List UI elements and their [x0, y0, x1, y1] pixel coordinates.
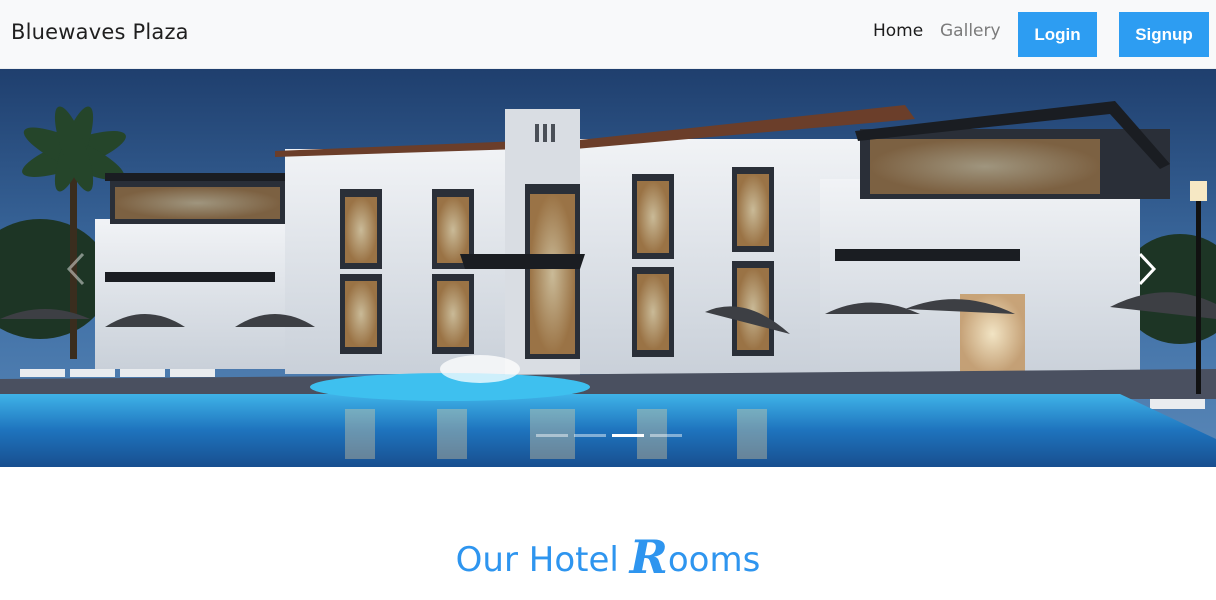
section-title-prefix: Our Hotel	[455, 540, 630, 580]
carousel-indicator[interactable]	[536, 434, 568, 437]
chevron-left-icon	[66, 252, 85, 286]
navbar: Bluewaves Plaza Home Gallery Login Signu…	[0, 0, 1216, 69]
brand-logo[interactable]: Bluewaves Plaza	[11, 20, 189, 44]
carousel-next-button[interactable]	[1127, 249, 1167, 289]
carousel-prev-button[interactable]	[56, 249, 96, 289]
nav-link-home[interactable]: Home	[873, 21, 923, 41]
signup-button[interactable]: Signup	[1119, 12, 1209, 57]
section-title-our-hotel-rooms: Our Hotel Rooms	[0, 528, 1216, 584]
carousel-indicator[interactable]	[650, 434, 682, 437]
carousel-indicators	[536, 434, 682, 437]
carousel-indicator-active[interactable]	[612, 434, 644, 437]
login-button[interactable]: Login	[1018, 12, 1097, 57]
hero-carousel	[0, 69, 1216, 467]
nav-link-gallery[interactable]: Gallery	[940, 21, 1001, 41]
carousel-indicator[interactable]	[574, 434, 606, 437]
section-title-fancy-letter: R	[629, 530, 668, 584]
hero-image	[0, 69, 1216, 467]
section-title-suffix: ooms	[667, 540, 761, 580]
chevron-right-icon	[1138, 252, 1157, 286]
